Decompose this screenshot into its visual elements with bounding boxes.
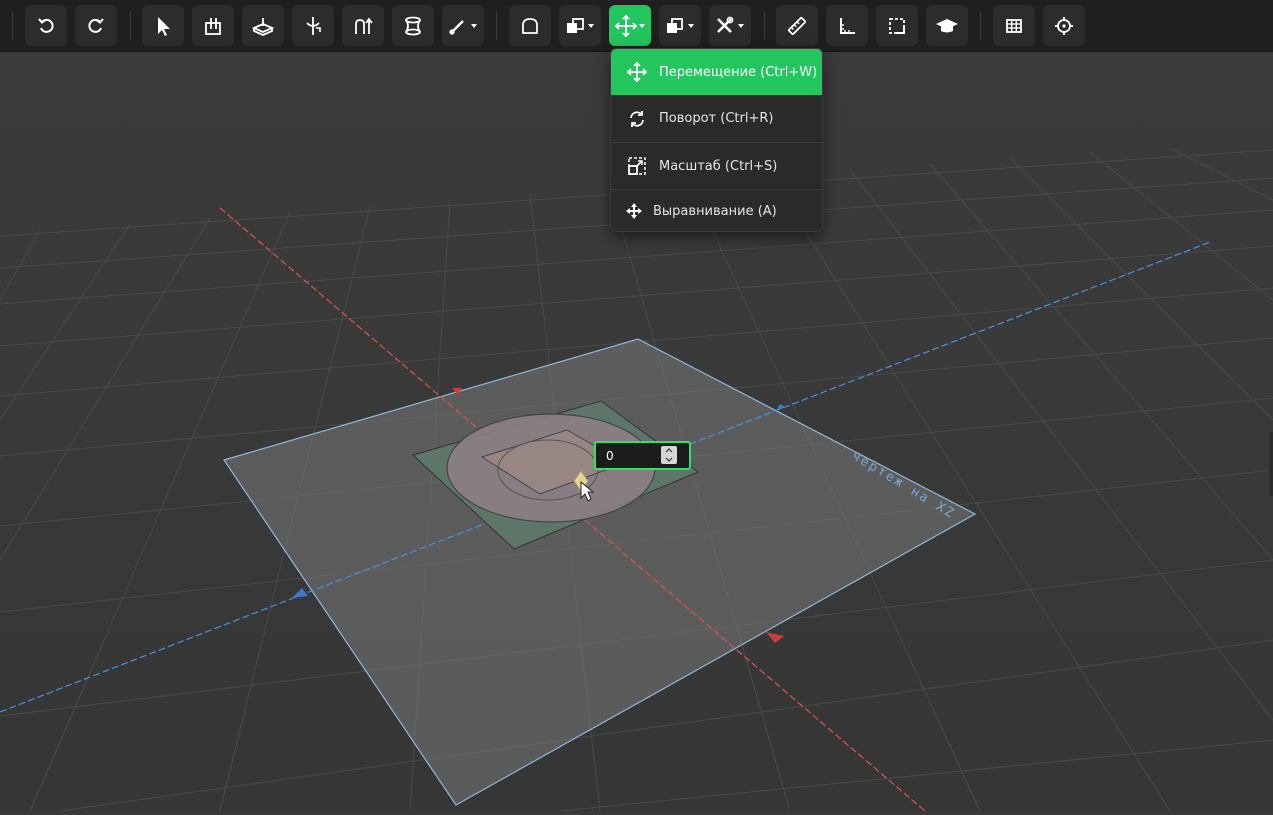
pattern-menu-button[interactable] [659, 5, 701, 46]
boolean-menu-button[interactable] [559, 5, 601, 46]
tools-menu-button[interactable] [709, 5, 751, 46]
chevron-down-icon[interactable] [665, 457, 673, 462]
cursor-arrow-icon [158, 16, 170, 36]
toolbar-separator [496, 11, 497, 40]
graduation-cap-icon [936, 18, 958, 32]
menu-item-label: Выравнивание (A) [653, 203, 777, 219]
menu-item-scale[interactable]: Масштаб (Ctrl+S) [611, 142, 822, 189]
move-arrows-icon [614, 14, 645, 37]
sketch-plane-icon [252, 17, 274, 36]
menu-item-label: Поворот (Ctrl+R) [659, 111, 774, 126]
tools-icon [717, 16, 744, 33]
undo-icon [38, 17, 54, 33]
move-distance-field[interactable] [594, 441, 691, 470]
grid-icon [1006, 18, 1022, 33]
sweep-icon [355, 17, 373, 34]
menu-item-rotate[interactable]: Поворот (Ctrl+R) [611, 95, 822, 142]
crosshair-icon [1055, 16, 1073, 35]
measure-button[interactable] [776, 5, 818, 46]
distance-stepper[interactable] [661, 446, 677, 464]
revolve-icon [306, 16, 321, 35]
undo-button[interactable] [25, 5, 67, 46]
align-icon [625, 199, 643, 223]
transform-menu-button[interactable] [609, 5, 651, 46]
sketch-plane-button[interactable] [242, 5, 284, 46]
tutorial-button[interactable] [926, 5, 968, 46]
extrude-button[interactable] [192, 5, 234, 46]
fillet-menu-button[interactable] [442, 5, 484, 46]
snap-button[interactable] [1043, 5, 1085, 46]
menu-item-move[interactable]: Перемещение (Ctrl+W) [611, 49, 822, 95]
toolbar-separator [980, 11, 981, 40]
boolean-icon [567, 17, 594, 33]
move-arrows-icon [625, 60, 649, 84]
shell-icon [522, 17, 538, 34]
shell-button[interactable] [509, 5, 551, 46]
select-button[interactable] [142, 5, 184, 46]
menu-item-align[interactable]: Выравнивание (A) [611, 189, 822, 231]
ruler-icon [788, 16, 806, 35]
loft-icon [405, 16, 421, 35]
redo-button[interactable] [75, 5, 117, 46]
loft-button[interactable] [392, 5, 434, 46]
main-toolbar [0, 0, 1273, 52]
menu-item-label: Масштаб (Ctrl+S) [659, 158, 778, 174]
pattern-icon [667, 17, 694, 33]
rotate-icon [625, 107, 649, 131]
transform-dropdown-menu: Перемещение (Ctrl+W) Поворот (Ctrl+R) Ма… [610, 48, 823, 232]
redo-icon [88, 17, 104, 33]
sweep-button[interactable] [342, 5, 384, 46]
move-distance-input[interactable] [606, 448, 662, 463]
dimension-icon [840, 17, 855, 34]
toolbar-separator [130, 11, 131, 40]
dimension-button[interactable] [826, 5, 868, 46]
toolbar-separator [12, 11, 13, 40]
fillet-icon [449, 19, 477, 35]
menu-item-label: Перемещение (Ctrl+W) [659, 64, 818, 80]
chevron-up-icon[interactable] [665, 448, 673, 453]
revolve-button[interactable] [292, 5, 334, 46]
frame-button[interactable] [876, 5, 918, 46]
frame-icon [889, 17, 905, 34]
toolbar-separator [764, 11, 765, 40]
extrude-icon [205, 17, 221, 35]
scale-icon [625, 154, 649, 178]
side-panel-handle[interactable] [1269, 432, 1273, 496]
grid-button[interactable] [993, 5, 1035, 46]
